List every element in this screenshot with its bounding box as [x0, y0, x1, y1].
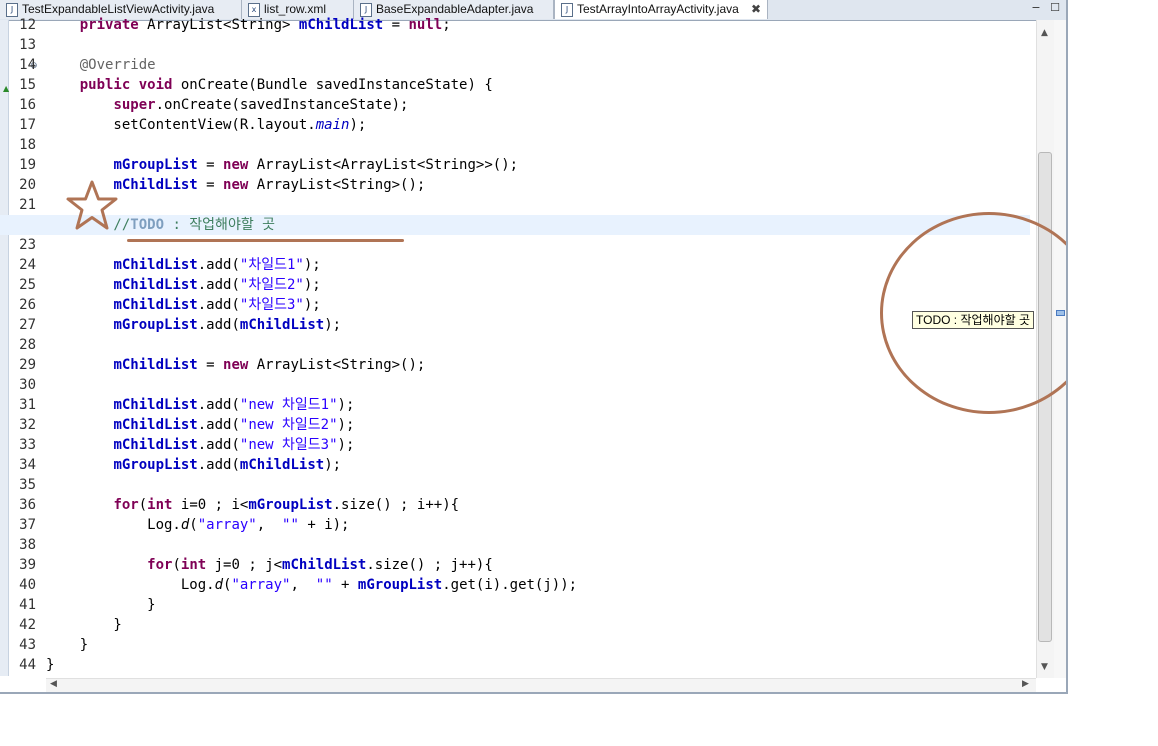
code-line-32[interactable]: mChildList.add("new 차일드2");: [46, 415, 1066, 435]
line-number: 28: [19, 337, 36, 353]
code-line-44[interactable]: }: [46, 655, 1066, 675]
line-number: 13: [19, 37, 36, 53]
line-number: 38: [19, 537, 36, 553]
scroll-right-arrow-icon[interactable]: ▶: [1022, 679, 1029, 689]
line-number: 36: [19, 497, 36, 513]
line-number: 12: [19, 17, 36, 33]
code-line-31[interactable]: mChildList.add("new 차일드1");: [46, 395, 1066, 415]
code-line-12[interactable]: private ArrayList<String> mChildList = n…: [46, 15, 1066, 35]
scroll-up-arrow-icon[interactable]: ▲: [1041, 28, 1048, 38]
code-line-43[interactable]: }: [46, 635, 1066, 655]
code-line-17[interactable]: setContentView(R.layout.main);: [46, 115, 1066, 135]
line-number: 26: [19, 297, 36, 313]
star-annotation-icon: [66, 180, 118, 230]
line-number: 27: [19, 317, 36, 333]
line-number: 19: [19, 157, 36, 173]
code-line-37[interactable]: Log.d("array", "" + i);: [46, 515, 1066, 535]
line-number: 20: [19, 177, 36, 193]
line-number: 44: [19, 657, 36, 673]
highlight-underline: [127, 239, 404, 242]
code-line-42[interactable]: }: [46, 615, 1066, 635]
line-number: 40: [19, 577, 36, 593]
code-line-22-todo-comment[interactable]: //TODO : 작업해야할 곳: [46, 215, 1066, 235]
horizontal-scrollbar[interactable]: [46, 678, 1036, 692]
line-number: 42: [19, 617, 36, 633]
code-editor[interactable]: J TestExpandableListViewActivity.java x …: [0, 0, 1068, 694]
line-number: 35: [19, 477, 36, 493]
line-number: 29: [19, 357, 36, 373]
line-number: 24: [19, 257, 36, 273]
minimize-icon[interactable]: −: [1030, 1, 1042, 15]
line-number: 17: [19, 117, 36, 133]
line-number: 14: [19, 57, 36, 73]
code-line-19[interactable]: mGroupList = new ArrayList<ArrayList<Str…: [46, 155, 1066, 175]
code-line-33[interactable]: mChildList.add("new 차일드3");: [46, 435, 1066, 455]
line-number: 31: [19, 397, 36, 413]
line-number: 41: [19, 597, 36, 613]
line-number: 37: [19, 517, 36, 533]
line-number: 25: [19, 277, 36, 293]
line-number: 39: [19, 557, 36, 573]
line-number: 33: [19, 437, 36, 453]
code-line-40[interactable]: Log.d("array", "" + mGroupList.get(i).ge…: [46, 575, 1066, 595]
line-number: 34: [19, 457, 36, 473]
annotation-ruler: [0, 20, 9, 676]
code-line-34[interactable]: mGroupList.add(mChildList);: [46, 455, 1066, 475]
line-number: 30: [19, 377, 36, 393]
todo-tooltip: TODO : 작업해야할 곳: [912, 311, 1035, 329]
scroll-left-arrow-icon[interactable]: ◀: [50, 679, 57, 689]
code-line-15[interactable]: public void onCreate(Bundle savedInstanc…: [46, 75, 1066, 95]
override-marker-icon: ▲: [3, 84, 10, 93]
code-line-41[interactable]: }: [46, 595, 1066, 615]
line-number: 43: [19, 637, 36, 653]
code-line-20[interactable]: mChildList = new ArrayList<String>();: [46, 175, 1066, 195]
maximize-icon[interactable]: ☐: [1049, 1, 1061, 15]
line-number: 18: [19, 137, 36, 153]
scroll-down-arrow-icon[interactable]: ▼: [1041, 662, 1048, 672]
line-number: 15: [19, 77, 36, 93]
code-line-36[interactable]: for(int i=0 ; i<mGroupList.size() ; i++)…: [46, 495, 1066, 515]
code-line-39[interactable]: for(int j=0 ; j<mChildList.size() ; j++)…: [46, 555, 1066, 575]
code-line-16[interactable]: super.onCreate(savedInstanceState);: [46, 95, 1066, 115]
line-number: 23: [19, 237, 36, 253]
line-number: 16: [19, 97, 36, 113]
line-number: 32: [19, 417, 36, 433]
code-line-14[interactable]: @Override: [46, 55, 1066, 75]
line-number: 21: [19, 197, 36, 213]
